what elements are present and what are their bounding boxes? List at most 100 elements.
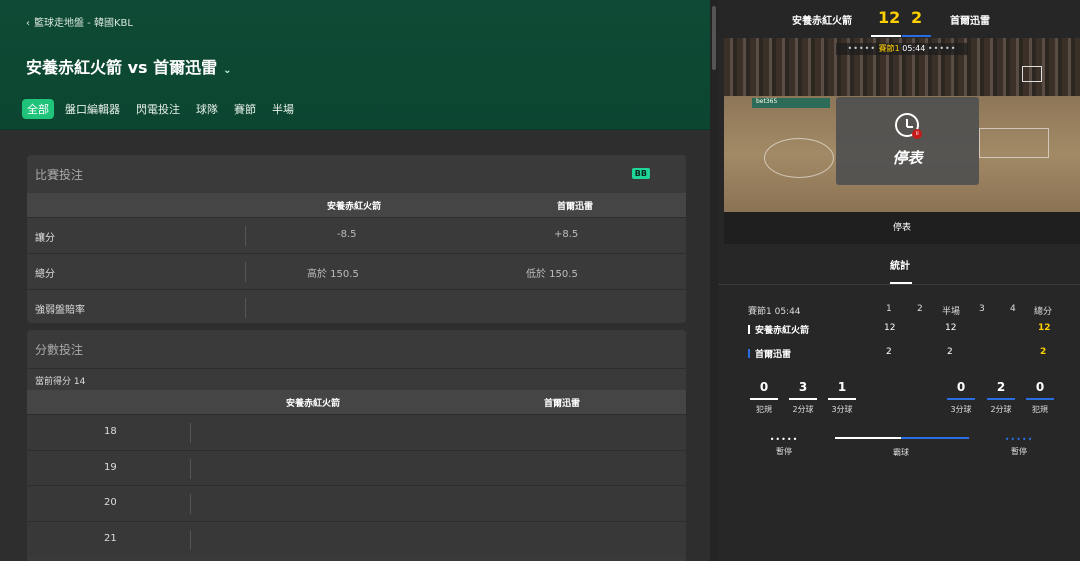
period-label: 賽節1 xyxy=(878,44,900,53)
market-header[interactable]: 比賽投注 BB xyxy=(27,155,686,193)
match-betting-card: 比賽投注 BB 安養赤紅火箭 首爾迅雷 讓分 -8.5 +8.5 總分 高於 1… xyxy=(27,155,686,323)
breadcrumb-label: 籃球走地盤 - 韓國KBL xyxy=(34,18,133,29)
court-circle xyxy=(764,138,834,178)
tab-team[interactable]: 球隊 xyxy=(191,99,223,119)
basket-icon xyxy=(1022,66,1042,82)
away-color-bar xyxy=(902,35,931,37)
market-tabs: 全部 盤口編輯器 閃電投注 球隊 賽節 半場 xyxy=(22,99,299,119)
col-home: 安養赤紅火箭 xyxy=(327,202,382,212)
odds-away[interactable]: 低於 150.5 xyxy=(526,265,578,280)
divider xyxy=(718,284,1080,285)
column-header: 安養赤紅火箭 首爾迅雷 xyxy=(27,390,686,414)
away-row-name: 首爾迅雷 xyxy=(748,347,791,360)
court-key xyxy=(979,128,1049,158)
divider xyxy=(245,262,246,282)
breadcrumb[interactable]: ‹ 籃球走地盤 - 韓國KBL xyxy=(26,14,133,29)
stat-bar xyxy=(1026,398,1054,400)
stat-bar xyxy=(750,398,778,400)
away-timeouts-label: 暫停 xyxy=(1011,447,1027,456)
divider xyxy=(190,458,191,479)
away-score: 2 xyxy=(911,8,923,27)
home-row-name: 安養赤紅火箭 xyxy=(748,323,809,336)
fouls-dots: ••••• xyxy=(847,44,877,53)
tab-bet-builder[interactable]: 盤口編輯器 xyxy=(60,99,125,119)
divider xyxy=(190,423,191,443)
stat-value: 0 xyxy=(956,380,966,394)
match-title: 安養赤紅火箭 vs 首爾迅雷 xyxy=(26,58,218,77)
market-row: 總分 高於 150.5 低於 150.5 xyxy=(27,253,686,289)
stat-label: 3分球 xyxy=(950,405,972,414)
col-total: 總分 xyxy=(1034,307,1053,317)
home-stat: 3 2分球 xyxy=(787,380,819,415)
column-header: 安養赤紅火箭 首爾迅雷 xyxy=(27,193,686,217)
col-away: 首爾迅雷 xyxy=(557,202,594,212)
away-total: 2 xyxy=(1040,347,1047,357)
col-q2: 2 xyxy=(917,304,923,314)
odds-home[interactable]: 高於 150.5 xyxy=(307,265,359,280)
scrollbar-thumb[interactable] xyxy=(712,6,716,70)
tab-half[interactable]: 半場 xyxy=(267,99,299,119)
period-clock: 賽節1 05:44 xyxy=(748,307,801,317)
home-timeouts-dots: ••••• xyxy=(769,435,799,444)
away-stat: 0 犯規 xyxy=(1024,380,1056,415)
chevron-down-icon: ⌄ xyxy=(223,65,232,76)
event-header: ‹ 籃球走地盤 - 韓國KBL 安養赤紅火箭 vs 首爾迅雷 ⌄ 全部 盤口編輯器 … xyxy=(0,0,710,130)
live-animation[interactable]: bet365 ••••• 賽節1 05:44 ••••• ॥ 停表 xyxy=(724,38,1080,212)
stat-label: 3分球 xyxy=(831,405,853,414)
scoreboard: 安養赤紅火箭 12 2 首爾迅雷 xyxy=(718,0,1080,38)
score-betting-card: 分數投注 當前得分 14 安養赤紅火箭 首爾迅雷 18 19 20 21 xyxy=(27,330,686,561)
col-home: 安養赤紅火箭 xyxy=(286,399,341,409)
market-row: 強弱盤賠率 xyxy=(27,289,686,323)
stat-label: 2分球 xyxy=(792,405,814,414)
tab-quarter[interactable]: 賽節 xyxy=(229,99,261,119)
stat-label: 犯規 xyxy=(1032,405,1048,414)
current-score-label: 當前得分 14 xyxy=(27,368,686,390)
home-color-bar xyxy=(748,325,750,334)
clock-stopped-overlay: ॥ 停表 xyxy=(836,97,979,185)
tab-all[interactable]: 全部 xyxy=(22,99,54,119)
tab-flash-bet[interactable]: 閃電投注 xyxy=(131,99,185,119)
scrollbar[interactable] xyxy=(710,0,718,561)
score-value: 19 xyxy=(104,461,117,473)
overlay-label: 停表 xyxy=(892,149,923,167)
market-row: 讓分 -8.5 +8.5 xyxy=(27,217,686,253)
home-half: 12 xyxy=(945,323,957,333)
ad-board: bet365 xyxy=(752,98,830,108)
stat-value: 1 xyxy=(837,380,847,394)
away-stat: 0 3分球 xyxy=(945,380,977,415)
row-label: 總分 xyxy=(35,269,55,280)
away-half: 2 xyxy=(947,347,953,357)
home-color-bar xyxy=(871,35,901,37)
stat-bar xyxy=(828,398,856,400)
stat-bar xyxy=(947,398,975,400)
home-q1: 12 xyxy=(884,323,896,333)
page-title[interactable]: 安養赤紅火箭 vs 首爾迅雷 ⌄ xyxy=(26,54,232,78)
home-team-name: 安養赤紅火箭 xyxy=(792,16,852,27)
stat-value: 0 xyxy=(1035,380,1045,394)
score-row[interactable]: 20 xyxy=(27,485,686,521)
game-clock: ••••• 賽節1 05:44 ••••• xyxy=(836,43,968,55)
row-label: 讓分 xyxy=(35,233,55,244)
stat-bar xyxy=(789,398,817,400)
pause-icon: ॥ xyxy=(912,129,922,139)
score-row[interactable]: 21 xyxy=(27,520,686,556)
col-away: 首爾迅雷 xyxy=(544,399,581,409)
col-q1: 1 xyxy=(886,304,892,314)
col-q3: 3 xyxy=(979,304,985,314)
stat-value: 0 xyxy=(759,380,769,394)
tab-stats[interactable]: 統計 xyxy=(890,257,910,272)
away-stat: 2 2分球 xyxy=(985,380,1017,415)
clock-time: 05:44 xyxy=(902,44,926,53)
stat-label: 2分球 xyxy=(990,405,1012,414)
odds-home[interactable]: -8.5 xyxy=(337,229,357,240)
score-row[interactable]: 19 xyxy=(27,449,686,485)
score-row[interactable]: 18 xyxy=(27,414,686,450)
divider xyxy=(190,494,191,514)
score-value: 21 xyxy=(104,532,117,544)
stat-value: 2 xyxy=(996,380,1006,394)
bet-builder-badge: BB xyxy=(631,168,650,179)
market-header[interactable]: 分數投注 xyxy=(27,330,686,368)
odds-away[interactable]: +8.5 xyxy=(554,229,578,240)
divider xyxy=(190,529,191,550)
chevron-left-icon: ‹ xyxy=(26,18,30,29)
